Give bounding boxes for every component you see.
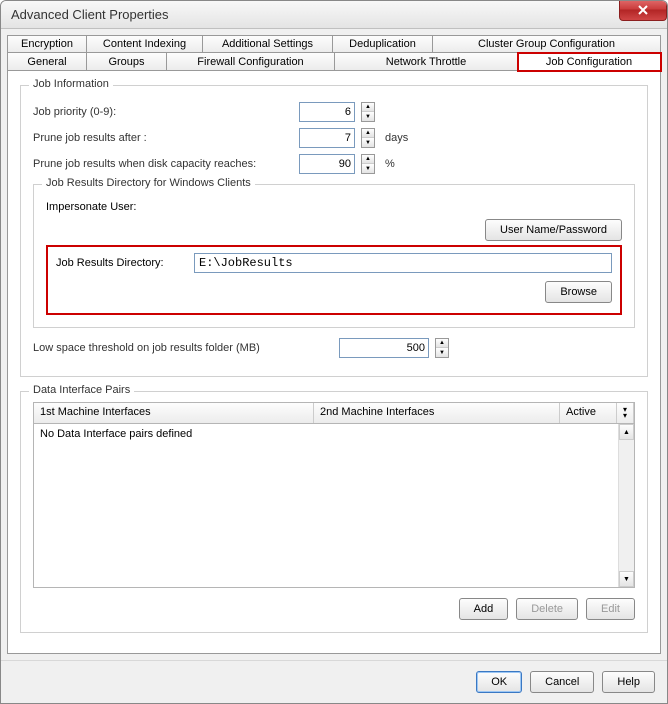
windows-clients-legend: Job Results Directory for Windows Client… (42, 177, 255, 189)
row-job-priority: Job priority (0-9): ▲ ▼ (33, 102, 635, 122)
double-chevron-down-icon: ▾▾ (623, 407, 627, 419)
job-results-directory-input[interactable] (194, 253, 612, 273)
prune-after-spinner: ▲ ▼ (361, 128, 375, 148)
browse-button[interactable]: Browse (545, 281, 612, 303)
prune-capacity-input[interactable] (299, 154, 355, 174)
job-information-legend: Job Information (29, 78, 113, 90)
close-button[interactable] (619, 0, 667, 21)
advanced-client-properties-dialog: Advanced Client Properties Encryption Co… (0, 0, 668, 704)
scroll-down-icon[interactable]: ▼ (619, 571, 634, 587)
window-title: Advanced Client Properties (11, 7, 169, 22)
tab-body-job-configuration: Job Information Job priority (0-9): ▲ ▼ … (7, 71, 661, 654)
pairs-list-body[interactable]: No Data Interface pairs defined ▲ ▼ (33, 424, 635, 588)
column-chooser-button[interactable]: ▾▾ (616, 403, 634, 423)
row-prune-after: Prune job results after : ▲ ▼ days (33, 128, 635, 148)
pairs-list-header: 1st Machine Interfaces 2nd Machine Inter… (33, 402, 635, 424)
low-space-label: Low space threshold on job results folde… (33, 342, 333, 354)
chevron-up-icon[interactable]: ▲ (362, 155, 374, 164)
prune-after-input[interactable] (299, 128, 355, 148)
tab-additional-settings[interactable]: Additional Settings (203, 35, 333, 53)
tab-cluster-group-configuration[interactable]: Cluster Group Configuration (433, 35, 661, 53)
ok-button[interactable]: OK (476, 671, 522, 693)
job-priority-input[interactable] (299, 102, 355, 122)
tab-row-2: General Groups Firewall Configuration Ne… (7, 53, 661, 71)
job-results-directory-label: Job Results Directory: (56, 257, 186, 269)
windows-clients-group: Job Results Directory for Windows Client… (33, 184, 635, 328)
chevron-up-icon[interactable]: ▲ (362, 103, 374, 112)
job-information-group: Job Information Job priority (0-9): ▲ ▼ … (20, 85, 648, 377)
chevron-down-icon[interactable]: ▼ (362, 112, 374, 121)
tab-groups[interactable]: Groups (87, 53, 167, 71)
prune-after-label: Prune job results after : (33, 132, 293, 144)
job-priority-label: Job priority (0-9): (33, 106, 293, 118)
col-active[interactable]: Active (560, 403, 616, 423)
prune-capacity-unit: % (385, 158, 395, 170)
impersonate-user-label: Impersonate User: (46, 201, 136, 213)
tab-firewall-configuration[interactable]: Firewall Configuration (167, 53, 335, 71)
col-2nd-machine[interactable]: 2nd Machine Interfaces (314, 403, 560, 423)
tab-row-1: Encryption Content Indexing Additional S… (7, 35, 661, 53)
titlebar[interactable]: Advanced Client Properties (1, 1, 667, 29)
dialog-content: Encryption Content Indexing Additional S… (1, 29, 667, 660)
chevron-down-icon[interactable]: ▼ (436, 348, 448, 357)
low-space-spinner: ▲ ▼ (435, 338, 449, 358)
prune-capacity-spinner: ▲ ▼ (361, 154, 375, 174)
tab-general[interactable]: General (7, 53, 87, 71)
delete-button[interactable]: Delete (516, 598, 578, 620)
vertical-scrollbar[interactable]: ▲ ▼ (618, 424, 634, 587)
col-1st-machine[interactable]: 1st Machine Interfaces (34, 403, 314, 423)
low-space-input[interactable] (339, 338, 429, 358)
edit-button[interactable]: Edit (586, 598, 635, 620)
dialog-footer: OK Cancel Help (1, 660, 667, 703)
tab-network-throttle[interactable]: Network Throttle (335, 53, 518, 71)
pairs-empty-message: No Data Interface pairs defined (40, 428, 192, 440)
cancel-button[interactable]: Cancel (530, 671, 594, 693)
help-button[interactable]: Help (602, 671, 655, 693)
tab-deduplication[interactable]: Deduplication (333, 35, 433, 53)
chevron-down-icon[interactable]: ▼ (362, 164, 374, 173)
data-interface-pairs-group: Data Interface Pairs 1st Machine Interfa… (20, 391, 648, 633)
row-prune-capacity: Prune job results when disk capacity rea… (33, 154, 635, 174)
tab-content-indexing[interactable]: Content Indexing (87, 35, 203, 53)
chevron-down-icon[interactable]: ▼ (362, 138, 374, 147)
tabstrip: Encryption Content Indexing Additional S… (7, 35, 661, 71)
data-interface-pairs-legend: Data Interface Pairs (29, 384, 134, 396)
user-name-password-button[interactable]: User Name/Password (485, 219, 622, 241)
close-icon (638, 5, 648, 15)
prune-after-unit: days (385, 132, 408, 144)
row-low-space: Low space threshold on job results folde… (33, 338, 635, 358)
chevron-up-icon[interactable]: ▲ (362, 129, 374, 138)
chevron-up-icon[interactable]: ▲ (436, 339, 448, 348)
tab-encryption[interactable]: Encryption (7, 35, 87, 53)
row-impersonate: Impersonate User: (46, 201, 622, 213)
tab-job-configuration[interactable]: Job Configuration (518, 53, 661, 71)
job-results-directory-highlight: Job Results Directory: Browse (46, 245, 622, 315)
job-priority-spinner: ▲ ▼ (361, 102, 375, 122)
add-button[interactable]: Add (459, 598, 509, 620)
prune-capacity-label: Prune job results when disk capacity rea… (33, 158, 293, 170)
scroll-up-icon[interactable]: ▲ (619, 424, 634, 440)
